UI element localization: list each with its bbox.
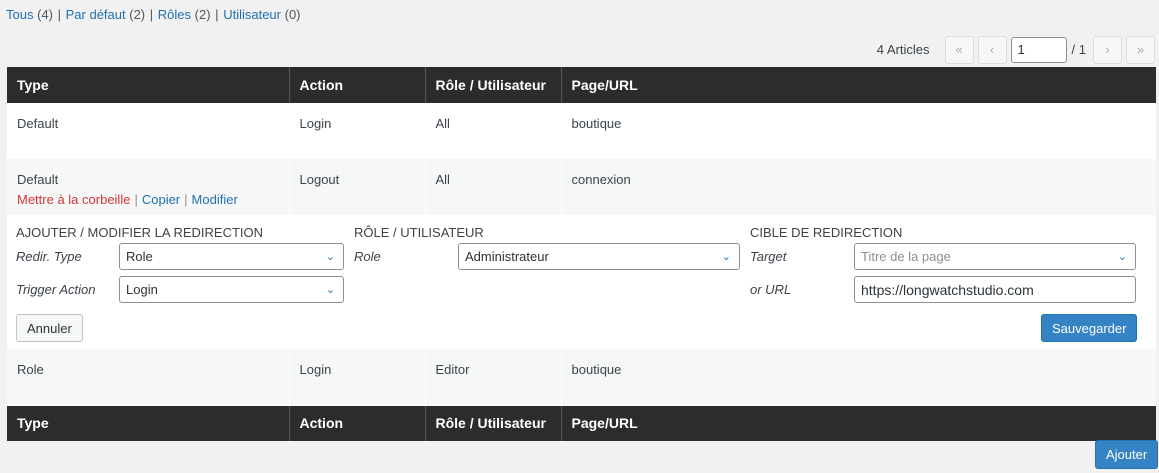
table-footer: Type Action Rôle / Utilisateur Page/URL	[7, 404, 1156, 441]
role-label: Role	[354, 249, 381, 264]
separator: |	[134, 192, 138, 207]
table-header: Type Action Rôle / Utilisateur Page/URL	[7, 67, 1156, 103]
trigger-action-select[interactable]: Login ⌄	[119, 276, 344, 303]
chevron-down-icon: ⌄	[721, 251, 731, 263]
column-page-url[interactable]: Page/URL	[561, 67, 1156, 103]
cell-action: Login	[289, 103, 426, 159]
cell-role: Editor	[425, 349, 562, 405]
filter-user-count: (0)	[284, 7, 301, 22]
cell-type-text: Default	[17, 172, 59, 187]
url-input[interactable]: https://longwatchstudio.com	[854, 276, 1136, 303]
cell-action: Login	[289, 349, 426, 405]
save-button[interactable]: Sauvegarder	[1041, 314, 1138, 342]
target-select[interactable]: Titre de la page ⌄	[854, 243, 1136, 270]
total-pages: / 1	[1071, 42, 1086, 57]
pagination: 4 Articles « ‹ / 1 › »	[877, 35, 1155, 64]
filter-roles[interactable]: Rôles	[158, 7, 191, 22]
column-page-url[interactable]: Page/URL	[561, 404, 1156, 441]
cell-page: connexion	[561, 159, 1156, 215]
target-label: Target	[750, 249, 787, 264]
column-action[interactable]: Action	[289, 67, 426, 103]
edit-link[interactable]: Modifier	[192, 192, 238, 207]
redir-type-value: Role	[126, 249, 153, 264]
redir-type-select[interactable]: Role ⌄	[119, 243, 344, 270]
last-page-button[interactable]: »	[1126, 35, 1155, 64]
section-redirect-title: AJOUTER / MODIFIER LA REDIRECTION	[16, 225, 264, 240]
filter-user[interactable]: Utilisateur	[223, 7, 281, 22]
filter-all[interactable]: Tous	[6, 7, 33, 22]
role-value: Administrateur	[465, 249, 549, 264]
target-placeholder: Titre de la page	[861, 249, 951, 264]
column-role-user[interactable]: Rôle / Utilisateur	[425, 67, 562, 103]
cell-type: Role	[7, 349, 290, 405]
column-role-user[interactable]: Rôle / Utilisateur	[425, 404, 562, 441]
separator: |	[57, 7, 61, 22]
filter-default-count: (2)	[129, 7, 146, 22]
chevron-down-icon: ⌄	[325, 284, 335, 296]
table-row[interactable]: Role Login Editor boutique	[7, 349, 1156, 405]
next-page-button[interactable]: ›	[1093, 35, 1122, 64]
filter-roles-count: (2)	[194, 7, 211, 22]
items-count: 4 Articles	[876, 42, 930, 57]
cancel-button[interactable]: Annuler	[16, 314, 83, 342]
url-label: or URL	[750, 282, 792, 297]
section-role-title: RÔLE / UTILISATEUR	[354, 225, 484, 240]
column-action[interactable]: Action	[289, 404, 426, 441]
cell-action: Logout	[289, 159, 426, 215]
cell-type: Default	[7, 103, 290, 159]
trash-link[interactable]: Mettre à la corbeille	[17, 192, 130, 207]
filter-links: Tous (4) | Par défaut (2) | Rôles (2) | …	[6, 7, 301, 22]
row-actions: Mettre à la corbeille | Copier | Modifier	[17, 192, 279, 207]
trigger-action-label: Trigger Action	[16, 282, 96, 297]
filter-all-count: (4)	[37, 7, 53, 22]
role-select[interactable]: Administrateur ⌄	[458, 243, 740, 270]
edit-form: AJOUTER / MODIFIER LA REDIRECTION RÔLE /…	[7, 215, 1156, 349]
current-page-input[interactable]	[1010, 36, 1067, 63]
table-row[interactable]: Default Login All boutique	[7, 103, 1156, 159]
redir-type-label: Redir. Type	[16, 249, 82, 264]
separator: |	[184, 192, 188, 207]
redirects-table: Type Action Rôle / Utilisateur Page/URL …	[7, 67, 1156, 441]
cell-page: boutique	[561, 103, 1156, 159]
edit-row: AJOUTER / MODIFIER LA REDIRECTION RÔLE /…	[7, 215, 1156, 349]
trigger-action-value: Login	[126, 282, 158, 297]
cell-page: boutique	[561, 349, 1156, 405]
section-target-title: CIBLE DE REDIRECTION	[750, 225, 903, 240]
cell-role: All	[425, 159, 562, 215]
first-page-button[interactable]: «	[944, 35, 974, 64]
prev-page-button[interactable]: ‹	[977, 35, 1007, 64]
chevron-down-icon: ⌄	[1117, 251, 1127, 263]
chevron-down-icon: ⌄	[325, 251, 335, 263]
cell-role: All	[425, 103, 562, 159]
separator: |	[215, 7, 219, 22]
copy-link[interactable]: Copier	[142, 192, 180, 207]
cell-type: Default Mettre à la corbeille | Copier | Mod…	[7, 159, 290, 215]
column-type[interactable]: Type	[7, 67, 290, 103]
separator: |	[149, 7, 154, 22]
table-row[interactable]: Default Mettre à la corbeille | Copier | Mod…	[7, 159, 1156, 215]
filter-default[interactable]: Par défaut	[66, 7, 126, 22]
column-type[interactable]: Type	[7, 404, 290, 441]
add-button[interactable]: Ajouter	[1095, 440, 1159, 469]
